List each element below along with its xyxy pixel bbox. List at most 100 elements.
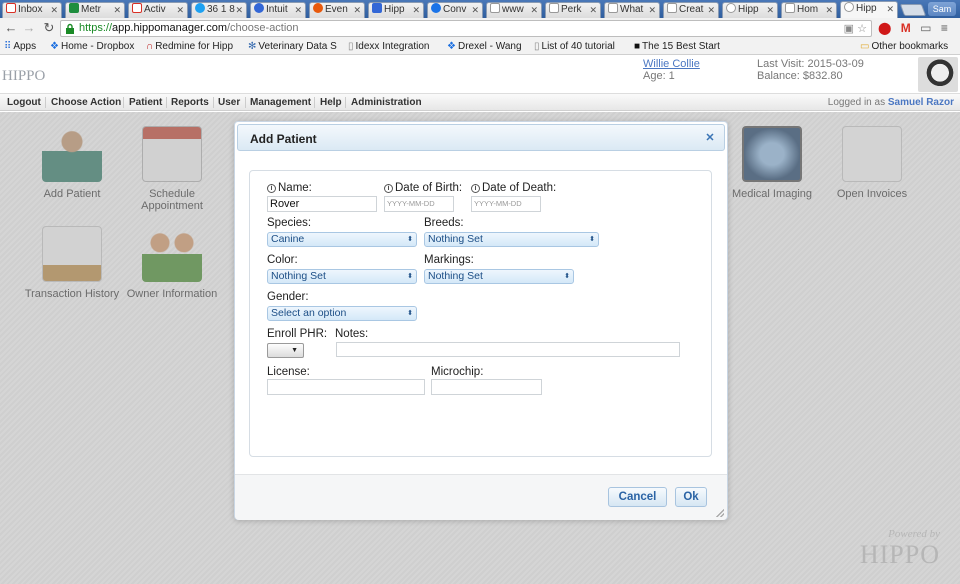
page-icon: ▯ [534,41,540,52]
close-tab-icon[interactable]: ✕ [471,3,479,17]
browser-tab[interactable]: Even ✕ [309,2,365,18]
dropdown-arrow-icon: ▼ [291,347,298,354]
page-icon [549,3,559,13]
resize-grip-icon[interactable] [716,509,724,517]
license-input[interactable] [267,379,425,395]
dob-input[interactable]: YYYY-MM-DD [384,196,454,212]
enroll-phr-select[interactable]: ▼ [267,343,304,358]
close-tab-icon[interactable]: ✕ [176,3,184,17]
extension-icons: ⬤ M ▭ ≡ [878,21,958,36]
name-input[interactable]: Rover [267,196,377,212]
browser-tab[interactable]: Metr ✕ [65,2,125,18]
browser-tab[interactable]: Creat ✕ [663,2,719,18]
gender-select[interactable]: Select an option ⬍ [267,306,417,321]
menu-patient[interactable]: Patient [129,95,162,111]
apps-bookmark[interactable]: ⠿ Apps [4,39,36,54]
dob-label: i Date of Birth: [384,182,462,194]
browser-tab[interactable]: Hom ✕ [781,2,837,18]
close-tab-icon[interactable]: ✕ [589,3,597,17]
cast-icon[interactable]: ▭ [920,21,931,35]
new-tab-button[interactable] [899,4,927,16]
menu-choose-action[interactable]: Choose Action [51,95,121,111]
gmail-extension-icon[interactable]: M [901,21,911,35]
main-menu: Logout Choose Action Patient Reports Use… [0,93,960,111]
menu-reports[interactable]: Reports [171,95,209,111]
cancel-button[interactable]: Cancel [608,487,667,507]
markings-select[interactable]: Nothing Set ⬍ [424,269,574,284]
star-icon[interactable]: ☆ [857,23,867,35]
close-tab-icon[interactable]: ✕ [766,3,774,17]
bookmark-item[interactable]: ❖ Home - Dropbox [50,39,134,54]
bookmark-item[interactable]: ▯ List of 40 tutorial [534,39,615,54]
notes-label: Notes: [335,328,369,340]
opera-extension-icon[interactable]: ⬤ [878,21,891,35]
bookmark-item[interactable]: ✻ Veterinary Data S [248,39,337,54]
close-tab-icon[interactable]: ✕ [353,3,361,17]
redmine-icon: ∩ [146,41,154,52]
bookmark-item[interactable]: ❖ Drexel - Wang [447,39,522,54]
patient-photo[interactable] [918,57,958,92]
info-icon[interactable]: i [471,184,480,193]
menu-divider [123,97,124,108]
notes-input[interactable] [336,342,680,357]
dialog-titlebar[interactable]: Add Patient ✕ [237,124,725,151]
browser-tab[interactable]: 36 1 8 ✕ [191,2,247,18]
dod-input[interactable]: YYYY-MM-DD [471,196,541,212]
close-tab-icon[interactable]: ✕ [235,3,243,17]
menu-icon[interactable]: ≡ [941,21,948,35]
hippo-icon [844,2,854,12]
species-select[interactable]: Canine ⬍ [267,232,417,247]
menu-user[interactable]: User [218,95,240,111]
forward-arrow-icon[interactable]: → [22,21,36,35]
breeds-select[interactable]: Nothing Set ⬍ [424,232,599,247]
bookmark-item[interactable]: ▯ Idexx Integration [348,39,429,54]
browser-tab[interactable]: Hipp ✕ [722,2,778,18]
ok-button[interactable]: Ok [675,487,707,507]
close-tab-icon[interactable]: ✕ [412,3,420,17]
close-icon[interactable]: ✕ [703,131,717,145]
close-tab-icon[interactable]: ✕ [113,3,121,17]
info-icon[interactable]: i [384,184,393,193]
gender-label: Gender: [267,291,309,303]
close-tab-icon[interactable]: ✕ [530,3,538,17]
close-tab-icon[interactable]: ✕ [707,3,715,17]
page-icon [667,3,677,13]
menu-help[interactable]: Help [320,95,342,111]
browser-tab[interactable]: Activ ✕ [128,2,188,18]
profile-button[interactable]: Sam [928,2,956,16]
other-bookmarks[interactable]: ▭ Other bookmarks [860,39,948,54]
info-icon[interactable]: i [267,184,276,193]
close-tab-icon[interactable]: ✕ [50,3,58,17]
close-tab-icon[interactable]: ✕ [825,3,833,17]
menu-divider [345,97,346,108]
microchip-input[interactable] [431,379,542,395]
close-tab-icon[interactable]: ✕ [294,3,302,17]
current-patient-link[interactable]: Willie Collie [643,58,700,70]
close-tab-icon[interactable]: ✕ [648,3,656,17]
browser-tab[interactable]: Inbox ✕ [2,2,62,18]
color-select[interactable]: Nothing Set ⬍ [267,269,417,284]
menu-administration[interactable]: Administration [351,95,422,111]
browser-tab[interactable]: Hipp ✕ [368,2,424,18]
breeds-label: Breeds: [424,217,464,229]
browser-tab-active[interactable]: Hipp ✕ [840,1,898,18]
bookmark-item[interactable]: ∩ Redmine for Hipp [146,39,233,54]
close-tab-icon[interactable]: ✕ [886,2,894,16]
menu-management[interactable]: Management [250,95,311,111]
back-arrow-icon[interactable]: ← [4,21,18,35]
menu-divider [166,97,167,108]
logged-in-user[interactable]: Samuel Razor [888,97,954,108]
hippo-logo[interactable]: HIPPO [2,68,45,85]
bookmark-item[interactable]: ■ The 15 Best Start [634,39,720,54]
last-visit: Last Visit: 2015-03-09 [757,58,864,70]
address-bar[interactable]: https://app.hippomanager.com/choose-acti… [60,20,872,37]
browser-tab[interactable]: Perk ✕ [545,2,601,18]
page-action-icon[interactable]: ▣ [844,23,854,35]
browser-tab[interactable]: Intuit ✕ [250,2,306,18]
select-arrow-icon: ⬍ [407,310,413,317]
reload-icon[interactable]: ↻ [42,21,56,35]
browser-tab[interactable]: www ✕ [486,2,542,18]
browser-tab[interactable]: Conv ✕ [427,2,483,18]
browser-tab[interactable]: What ✕ [604,2,660,18]
menu-logout[interactable]: Logout [7,95,41,111]
